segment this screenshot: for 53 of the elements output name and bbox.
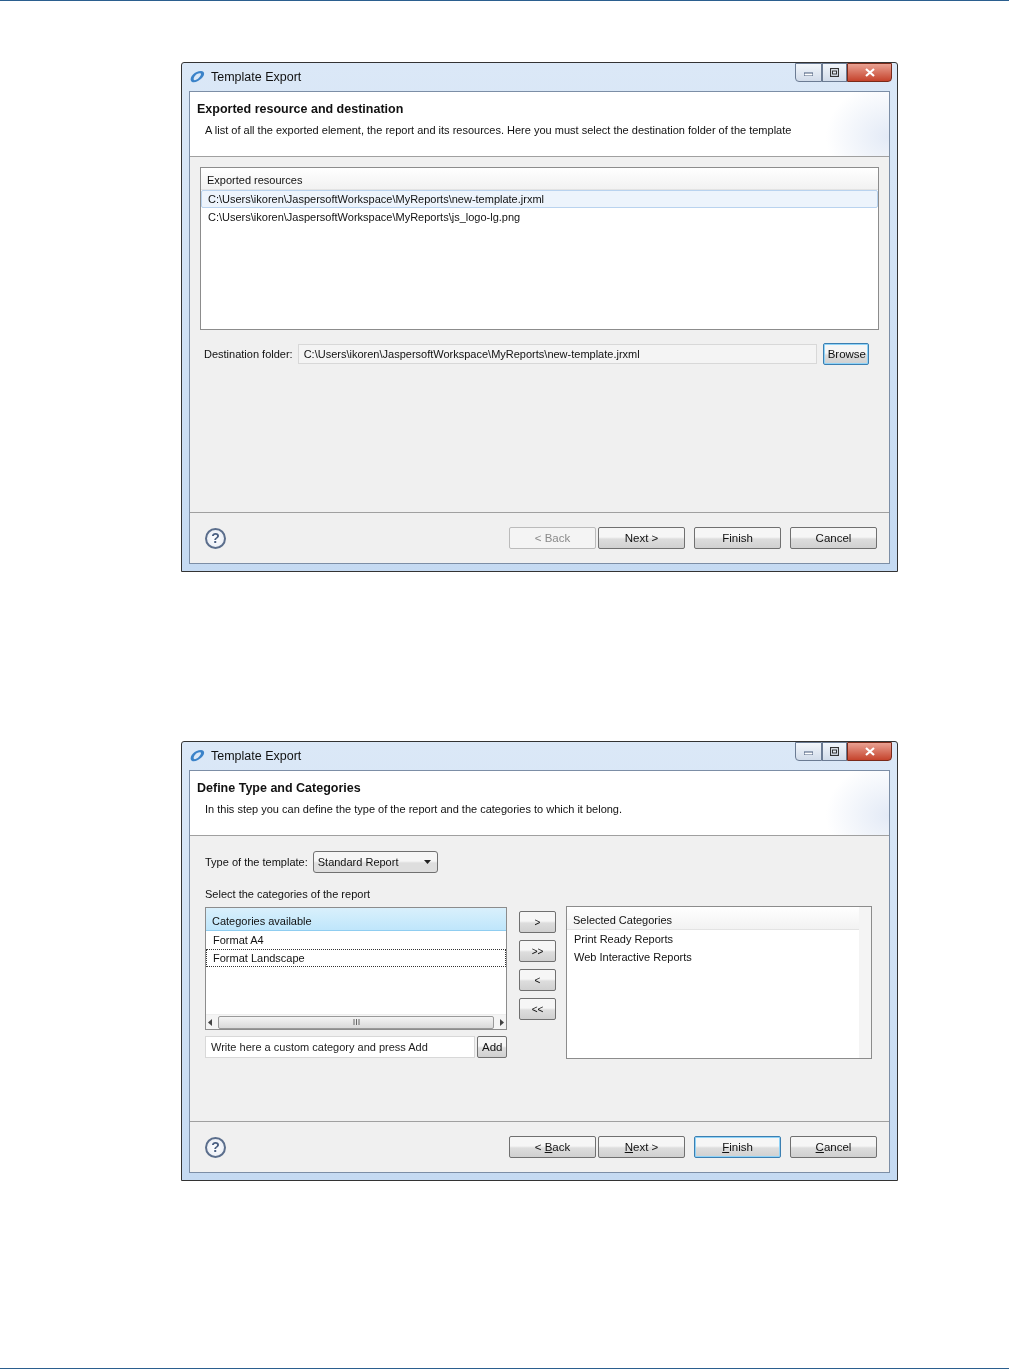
move-button[interactable]: < — [519, 969, 556, 991]
wizard-button[interactable]: Finish — [694, 1136, 781, 1158]
field-label: Type of the template: — [205, 856, 308, 868]
restore-icon — [830, 747, 839, 756]
restore-icon — [830, 68, 839, 77]
wizard-button[interactable]: < Back — [509, 1136, 596, 1158]
window-title: Template Export — [211, 749, 302, 763]
minimize-button[interactable] — [795, 742, 822, 761]
horizontal-scrollbar[interactable] — [206, 1014, 506, 1029]
close-icon — [864, 747, 875, 756]
maximize-button[interactable] — [822, 63, 847, 82]
wizard-button[interactable]: Finish — [694, 527, 781, 549]
wizard-button[interactable]: Next > — [598, 1136, 685, 1158]
scroll-left-icon — [206, 1018, 215, 1026]
close-button[interactable] — [847, 742, 892, 761]
help-button[interactable]: ? — [205, 527, 226, 549]
window-title: Template Export — [211, 70, 302, 84]
browse-button[interactable]: Browse — [822, 343, 869, 365]
page-heading: Define Type and Categories — [197, 781, 362, 795]
wizard-button[interactable]: Cancel — [790, 1136, 877, 1158]
field-label: Destination folder: — [204, 348, 293, 360]
column-header: Categories available — [206, 908, 506, 931]
maximize-button[interactable] — [822, 742, 847, 761]
wizard-button[interactable]: Next > — [598, 527, 685, 549]
dropdown-arrow-icon — [423, 860, 431, 864]
move-button[interactable]: > — [519, 911, 556, 933]
scroll-right-icon — [497, 1018, 506, 1026]
app-icon — [189, 70, 205, 84]
list-item[interactable]: Format A4 — [206, 931, 506, 949]
add-button[interactable]: Add — [477, 1036, 507, 1058]
list-item[interactable]: Format Landscape — [206, 949, 506, 967]
page-description: A list of all the exported element, the report and its resources. Here you must select the destination folder of the template — [205, 124, 793, 136]
destination-field[interactable]: C:\Users\ikoren\JaspersoftWorkspace\MyReports\new-template.jrxml — [297, 344, 817, 364]
page-description: In this step you can define the type of the report and the categories to which it belong. — [205, 803, 624, 815]
minimize-icon — [804, 69, 813, 76]
close-icon — [864, 68, 875, 77]
move-button[interactable]: >> — [519, 940, 556, 962]
list-item[interactable]: Print Ready Reports — [567, 930, 871, 948]
minimize-icon — [804, 748, 813, 755]
close-button[interactable] — [847, 63, 892, 82]
move-button[interactable]: << — [519, 998, 556, 1020]
wizard-button[interactable]: Cancel — [790, 527, 877, 549]
grip-icon — [352, 1019, 360, 1025]
app-icon — [189, 749, 205, 763]
list-item[interactable]: C:\Users\ikoren\JaspersoftWorkspace\MyReports\new-template.jrxml — [201, 190, 878, 208]
page-heading: Exported resource and destination — [197, 102, 405, 116]
list-item[interactable]: Web Interactive Reports — [567, 948, 871, 966]
template-type-dropdown[interactable]: Standard Report — [312, 851, 438, 873]
custom-category-field[interactable]: Write here a custom category and press Add — [205, 1036, 475, 1058]
list-item[interactable]: C:\Users\ikoren\JaspersoftWorkspace\MyReports\js_logo-lg.png — [201, 208, 878, 226]
minimize-button[interactable] — [795, 63, 822, 82]
section-label: Select the categories of the report — [205, 888, 372, 900]
help-button[interactable]: ? — [205, 1136, 226, 1158]
